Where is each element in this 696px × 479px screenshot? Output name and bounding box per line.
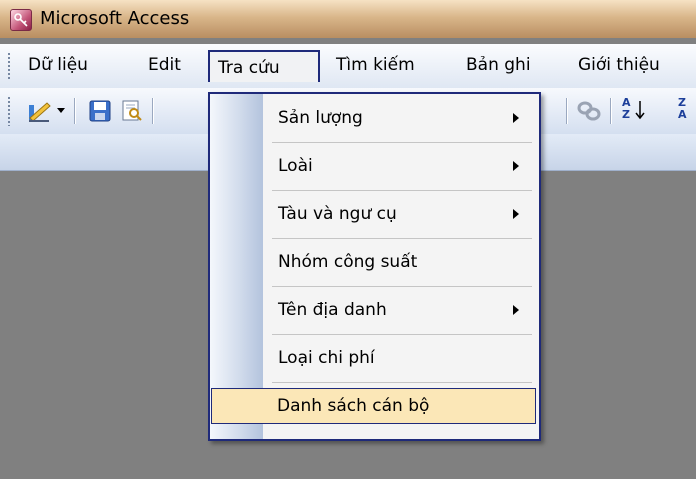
access-key-icon: [10, 9, 32, 31]
menu-ban-ghi[interactable]: Bản ghi: [458, 52, 539, 78]
submenu-arrow-icon: [513, 113, 519, 123]
title-bar: Microsoft Access: [0, 0, 696, 38]
down-arrow-icon: [635, 101, 645, 120]
menu-item-label: Sản lượng: [278, 108, 363, 128]
menu-separator: [272, 190, 532, 191]
toolbar-separator: [74, 98, 75, 124]
menu-item-san-luong[interactable]: Sản lượng: [210, 98, 539, 138]
submenu-arrow-icon: [513, 161, 519, 171]
menu-tim-kiem[interactable]: Tìm kiếm: [328, 52, 423, 78]
menu-item-ten-dia-danh[interactable]: Tên địa danh: [210, 290, 539, 330]
menu-bar: Dữ liệu Edit Tra cứu Tìm kiếm Bản ghi Gi…: [0, 44, 696, 88]
menu-du-lieu[interactable]: Dữ liệu: [20, 52, 96, 78]
menu-tim-kiem-label: Tìm kiếm: [336, 55, 415, 75]
menu-item-label: Loài: [278, 156, 313, 176]
menu-item-tau-va-ngu-cu[interactable]: Tàu và ngư cụ: [210, 194, 539, 234]
menubar-grip[interactable]: [7, 52, 11, 80]
toolbar-separator: [566, 98, 567, 124]
menu-item-label: Nhóm công suất: [278, 252, 418, 272]
window-title: Microsoft Access: [40, 8, 190, 29]
submenu-arrow-icon: [513, 209, 519, 219]
menu-separator: [272, 334, 532, 335]
menu-separator: [272, 238, 532, 239]
menu-edit[interactable]: Edit: [140, 52, 189, 78]
link-icon[interactable]: [576, 99, 602, 123]
sort-descending-icon[interactable]: Z A: [676, 96, 696, 126]
print-preview-icon[interactable]: [120, 99, 144, 123]
menu-gioi-thieu[interactable]: Giới thiệu: [570, 52, 668, 78]
menu-item-nhom-cong-suat[interactable]: Nhóm công suất: [210, 242, 539, 282]
toolbar-separator: [152, 98, 153, 124]
menu-item-label: Tàu và ngư cụ: [278, 204, 397, 224]
menu-item-loai[interactable]: Loài: [210, 146, 539, 186]
menu-item-label: Loại chi phí: [278, 348, 375, 368]
toolbar-separator: [610, 98, 611, 124]
menu-item-loai-chi-phi[interactable]: Loại chi phí: [210, 338, 539, 378]
menu-item-danh-sach-can-bo[interactable]: Danh sách cán bộ: [211, 388, 536, 424]
sort-asc-bottom-letter: Z: [622, 108, 630, 121]
menu-gioi-thieu-label: Giới thiệu: [578, 55, 660, 75]
menu-edit-label: Edit: [148, 55, 181, 75]
menu-item-label: Tên địa danh: [278, 300, 387, 320]
menu-du-lieu-label: Dữ liệu: [28, 55, 88, 75]
save-icon[interactable]: [88, 99, 112, 123]
design-view-icon[interactable]: [26, 98, 52, 124]
menu-ban-ghi-label: Bản ghi: [466, 55, 531, 75]
sort-ascending-icon[interactable]: A Z: [620, 96, 654, 126]
menu-separator: [272, 286, 532, 287]
menu-tra-cuu[interactable]: Tra cứu: [208, 50, 320, 82]
menu-tra-cuu-label: Tra cứu: [218, 58, 280, 78]
toolbar-grip[interactable]: [7, 96, 11, 126]
sort-desc-bottom-letter: A: [678, 108, 687, 121]
submenu-arrow-icon: [513, 305, 519, 315]
menu-item-label: Danh sách cán bộ: [277, 396, 430, 416]
menu-separator: [272, 382, 532, 383]
tra-cuu-dropdown: Sản lượng Loài Tàu và ngư cụ Nhóm công s…: [208, 92, 541, 441]
menu-separator: [272, 142, 532, 143]
dropdown-arrow-icon[interactable]: [56, 107, 66, 115]
